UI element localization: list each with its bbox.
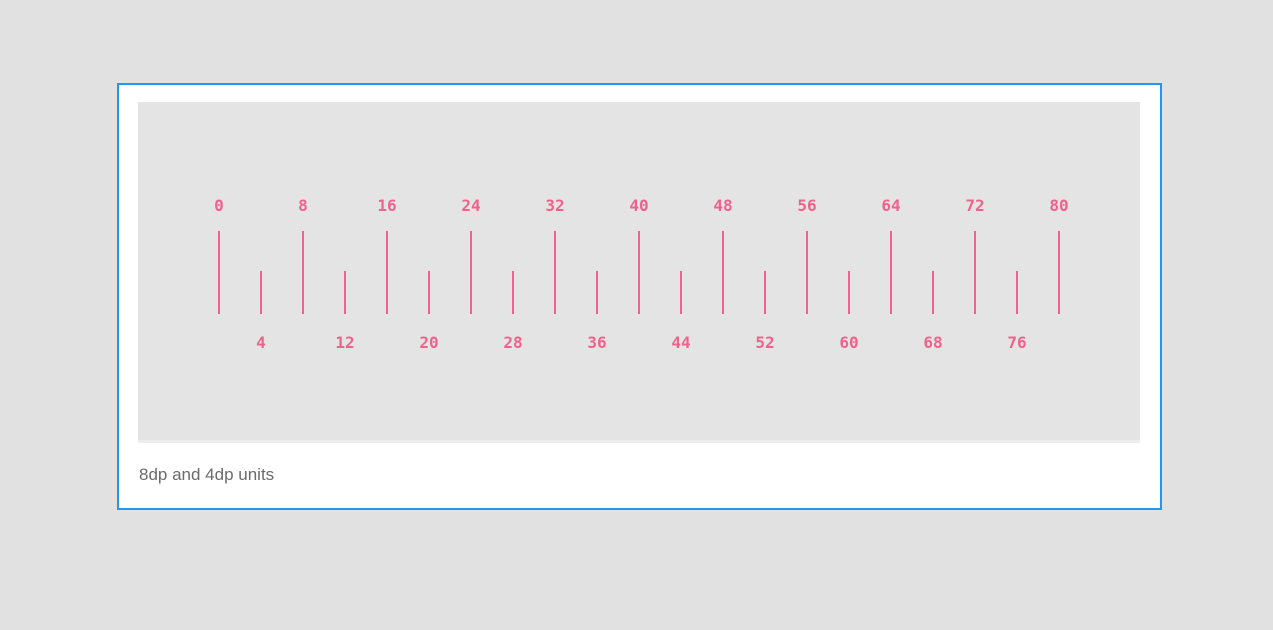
- minor-tick-label: 20: [419, 333, 438, 352]
- minor-tick-label: 28: [503, 333, 522, 352]
- ruler-diagram: 0 8 16 24 32 40 48 56 64 72 80 4 12 20 28 36 44 52 60 68 76: [214, 196, 1068, 352]
- minor-tick-label: 52: [755, 333, 774, 352]
- minor-tick-label: 36: [587, 333, 606, 352]
- major-tick-label: 0: [214, 196, 224, 215]
- major-tick-label: 40: [629, 196, 648, 215]
- minor-tick-label: 68: [923, 333, 942, 352]
- minor-tick-label: 4: [256, 333, 266, 352]
- major-tick-label: 56: [797, 196, 816, 215]
- major-tick-label: 80: [1049, 196, 1068, 215]
- major-tick-label: 24: [461, 196, 480, 215]
- minor-tick-label: 76: [1007, 333, 1026, 352]
- ruler-figure: 0 8 16 24 32 40 48 56 64 72 80 4 12 20 28 36 44 52 60 68 76: [138, 102, 1140, 443]
- minor-tick-label: 12: [335, 333, 354, 352]
- major-tick-label: 72: [965, 196, 984, 215]
- major-tick-label: 16: [377, 196, 396, 215]
- minor-tick-label: 60: [839, 333, 858, 352]
- major-tick-label: 8: [298, 196, 308, 215]
- major-tick-label: 32: [545, 196, 564, 215]
- figure-card: 0 8 16 24 32 40 48 56 64 72 80 4 12 20 28 36 44 52 60 68 76 …: [117, 83, 1162, 510]
- major-tick-label: 48: [713, 196, 732, 215]
- minor-tick-label: 44: [671, 333, 690, 352]
- figure-caption: 8dp and 4dp units: [139, 465, 275, 484]
- major-tick-label: 64: [881, 196, 900, 215]
